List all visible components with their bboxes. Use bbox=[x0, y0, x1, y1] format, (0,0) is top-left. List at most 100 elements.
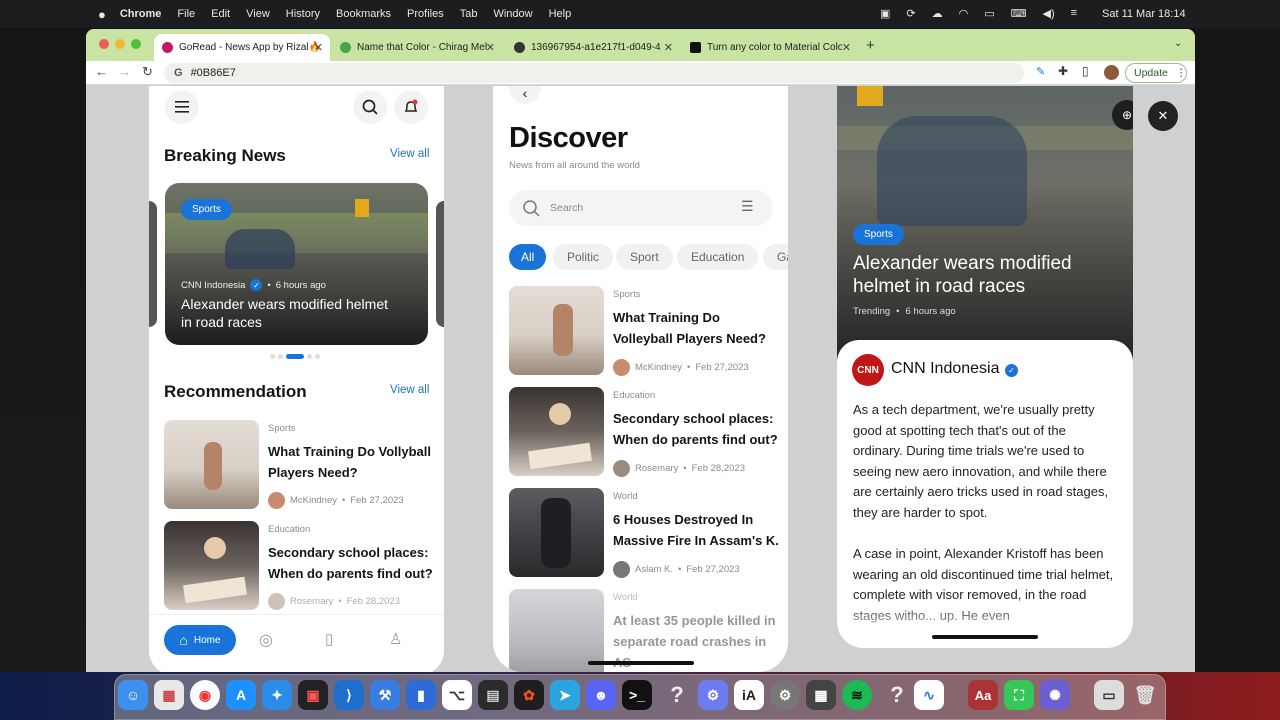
discover-item-title[interactable]: Secondary school places: When do parents… bbox=[613, 408, 781, 450]
carousel-next-card[interactable] bbox=[436, 201, 444, 327]
discover-thumb-school[interactable] bbox=[509, 387, 604, 476]
update-button[interactable]: Update ⋮ bbox=[1125, 63, 1187, 83]
menu-bookmarks[interactable]: Bookmarks bbox=[336, 8, 391, 20]
search-button[interactable] bbox=[353, 90, 387, 124]
photos-tool-icon[interactable]: ✺ bbox=[1040, 680, 1070, 710]
maximize-window-button[interactable] bbox=[131, 39, 141, 49]
system-settings-icon[interactable]: ⚙ bbox=[770, 680, 800, 710]
close-tab-icon[interactable]: ✕ bbox=[842, 41, 851, 54]
recommendation-view-all-link[interactable]: View all bbox=[390, 384, 429, 396]
downloads-folder-icon[interactable]: ▭ bbox=[1094, 680, 1124, 710]
carousel-prev-card[interactable] bbox=[149, 201, 157, 327]
reload-icon[interactable]: ↻ bbox=[142, 64, 153, 80]
vscode-icon[interactable]: ⟩ bbox=[334, 680, 364, 710]
cloud-icon[interactable]: ☁ bbox=[932, 7, 943, 20]
tab-search-icon[interactable]: ⌄ bbox=[1174, 38, 1182, 49]
profile-avatar[interactable] bbox=[1104, 65, 1119, 80]
terminal-icon[interactable]: >_ bbox=[622, 680, 652, 710]
screens-icon[interactable]: ⚙ bbox=[698, 680, 728, 710]
safari-icon[interactable]: ✦ bbox=[262, 680, 292, 710]
discover-item-title[interactable]: 6 Houses Destroyed In Massive Fire In As… bbox=[613, 509, 781, 551]
tab-github-image[interactable]: 136967954-a1e217f1-d049-4… ✕ bbox=[506, 34, 680, 61]
tab-name-that-color[interactable]: Name that Color - Chirag Mehta ✕ bbox=[332, 34, 502, 61]
telegram-icon[interactable]: ➤ bbox=[550, 680, 580, 710]
menu-profiles[interactable]: Profiles bbox=[407, 8, 444, 20]
breaking-view-all-link[interactable]: View all bbox=[390, 148, 429, 160]
menu-window[interactable]: Window bbox=[493, 8, 532, 20]
menu-help[interactable]: Help bbox=[549, 8, 572, 20]
discover-thumb-volleyball[interactable] bbox=[509, 286, 604, 375]
menu-file[interactable]: File bbox=[177, 8, 195, 20]
figma-icon[interactable]: ✿ bbox=[514, 680, 544, 710]
rec-title[interactable]: What Training Do Vollyball Players Need? bbox=[268, 441, 433, 483]
chip-games[interactable]: Ga bbox=[763, 244, 788, 270]
close-window-button[interactable] bbox=[99, 39, 109, 49]
app-store-icon[interactable]: A bbox=[226, 680, 256, 710]
ia-writer-icon[interactable]: iA bbox=[734, 680, 764, 710]
nav-home[interactable]: ⌂ Home bbox=[164, 625, 236, 655]
chip-politic[interactable]: Politic bbox=[553, 244, 614, 270]
discover-item-title[interactable]: What Training Do Volleyball Players Need… bbox=[613, 307, 781, 349]
rec-thumb-volleyball[interactable] bbox=[164, 420, 259, 509]
chip-all[interactable]: All bbox=[509, 244, 547, 270]
rec-title[interactable]: Secondary school places: When do parents… bbox=[268, 542, 433, 584]
search-field[interactable]: Search ☰ bbox=[509, 190, 773, 226]
discord-icon[interactable]: ☻ bbox=[586, 680, 616, 710]
terminal-console-icon[interactable]: ▤ bbox=[478, 680, 508, 710]
wifi-icon[interactable]: ◠ bbox=[959, 7, 969, 20]
clock[interactable]: Sat 11 Mar 18:14 bbox=[1102, 8, 1186, 20]
back-button[interactable]: ‹ bbox=[509, 86, 541, 104]
trash-icon[interactable]: 🗑 bbox=[1130, 680, 1160, 710]
tab-goread[interactable]: GoRead - News App by Rizal🔥 ✕ bbox=[154, 34, 330, 61]
sidepanel-icon[interactable]: ▯ bbox=[1082, 64, 1089, 78]
tab-material-color[interactable]: Turn any color to Material Color ✕ bbox=[682, 34, 858, 61]
calculator-icon[interactable]: ▦ bbox=[806, 680, 836, 710]
screenshot-icon[interactable]: ⛶ bbox=[1004, 680, 1034, 710]
discover-thumb-fire[interactable] bbox=[509, 488, 604, 577]
menu-tab[interactable]: Tab bbox=[460, 8, 478, 20]
battery-icon[interactable]: ▭ bbox=[984, 7, 994, 20]
keyboard-icon[interactable]: ⌨ bbox=[1011, 7, 1027, 20]
control-center-icon[interactable]: ≡ bbox=[1071, 7, 1077, 20]
breaking-hero-card[interactable]: Sports CNN Indonesia ✓ • 6 hours ago Ale… bbox=[165, 183, 428, 345]
filter-icon[interactable]: ☰ bbox=[741, 198, 754, 215]
rec-thumb-school[interactable] bbox=[164, 521, 259, 610]
discover-thumb-crash[interactable] bbox=[509, 589, 604, 672]
forward-icon[interactable]: → bbox=[118, 64, 131, 79]
volume-icon[interactable]: ◀) bbox=[1043, 7, 1055, 20]
close-tab-icon[interactable]: ✕ bbox=[486, 41, 495, 54]
activity-icon[interactable]: ∿ bbox=[914, 680, 944, 710]
unknown-app-icon[interactable]: ? bbox=[882, 680, 912, 710]
notification-button[interactable] bbox=[394, 90, 428, 124]
globe-icon[interactable]: ◎ bbox=[259, 630, 273, 650]
address-bar[interactable]: G #0B86E7 bbox=[164, 63, 1024, 83]
new-tab-button[interactable]: + bbox=[866, 37, 875, 54]
profile-icon[interactable]: ♙ bbox=[389, 630, 402, 648]
detail-source[interactable]: CNN Indonesia bbox=[891, 360, 1000, 378]
puzzle-icon[interactable]: ✚ bbox=[1058, 64, 1068, 78]
chip-education[interactable]: Education bbox=[677, 244, 759, 270]
unknown-app-icon[interactable]: ? bbox=[662, 680, 692, 710]
close-tab-icon[interactable]: ✕ bbox=[664, 41, 673, 54]
launchpad-icon[interactable]: ▦ bbox=[154, 680, 184, 710]
toolbox-icon[interactable]: ▣ bbox=[298, 680, 328, 710]
close-tab-icon[interactable]: ✕ bbox=[314, 41, 323, 54]
menu-history[interactable]: History bbox=[286, 8, 320, 20]
detail-category-chip[interactable]: Sports bbox=[853, 224, 904, 245]
extension-icon[interactable]: ✎ bbox=[1036, 65, 1045, 78]
simulator-icon[interactable]: ▮ bbox=[406, 680, 436, 710]
hero-category-chip[interactable]: Sports bbox=[181, 199, 232, 220]
finder-icon[interactable]: ☺ bbox=[118, 680, 148, 710]
bookmark-icon[interactable]: ▯ bbox=[325, 630, 333, 648]
menu-view[interactable]: View bbox=[246, 8, 270, 20]
menu-button[interactable] bbox=[165, 90, 199, 124]
sync-icon[interactable]: ⟳ bbox=[906, 7, 915, 20]
back-icon[interactable]: ← bbox=[95, 64, 108, 79]
carousel-indicator[interactable] bbox=[270, 354, 320, 359]
chip-sport[interactable]: Sport bbox=[616, 244, 673, 270]
minimize-window-button[interactable] bbox=[115, 39, 125, 49]
sourcetree-icon[interactable]: ⌥ bbox=[442, 680, 472, 710]
dictionary-icon[interactable]: Aa bbox=[968, 680, 998, 710]
spotify-icon[interactable]: ≋ bbox=[842, 680, 872, 710]
apple-icon[interactable]: ● bbox=[98, 7, 106, 22]
